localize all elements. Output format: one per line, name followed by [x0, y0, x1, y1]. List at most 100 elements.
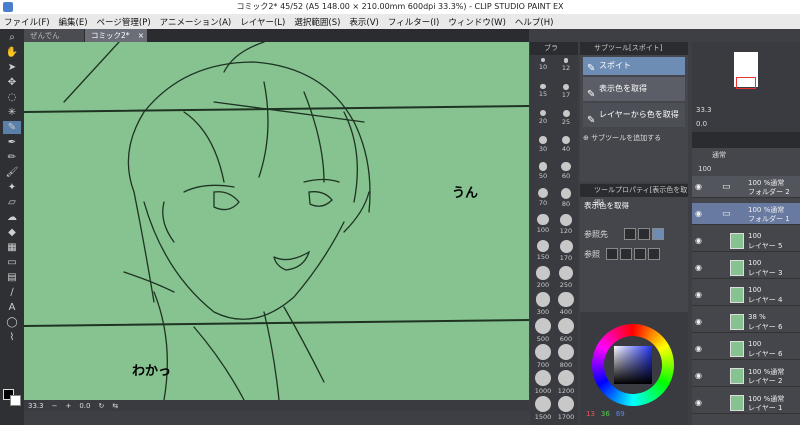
subtool-item-display-color[interactable]: ✎ 表示色を取得 — [583, 77, 685, 101]
layer-row[interactable]: ◉ ▭ 100 %通常 フォルダー 1 — [692, 203, 800, 225]
brush-size-100[interactable]: 100 — [533, 214, 553, 234]
rotate-icon[interactable]: ↻ — [98, 402, 104, 410]
layer-row[interactable]: ◉ 100 %通常 レイヤー 2 — [692, 365, 800, 387]
layer-row[interactable]: ◉ 100 %通常 レイヤー 1 — [692, 392, 800, 414]
menu-edit[interactable]: 編集(E) — [59, 16, 88, 28]
reference-selected-icon[interactable] — [652, 228, 664, 240]
eye-icon[interactable]: ◉ — [695, 182, 702, 191]
menu-selection[interactable]: 選択範囲(S) — [294, 16, 340, 28]
tab-comic2[interactable]: コミック2* 45/52× — [85, 29, 147, 53]
zoom-icon[interactable]: ⌕ — [3, 31, 21, 44]
brush-size-200[interactable]: 200 — [533, 266, 553, 289]
brush-size-170[interactable]: 170 — [556, 240, 576, 262]
tab-zenden[interactable]: ぜんでん — [24, 29, 84, 42]
brush-size-25[interactable]: 25 — [556, 110, 576, 126]
draft-icon[interactable] — [634, 248, 646, 260]
brush-size-80[interactable]: 80 — [556, 188, 576, 208]
brush-size-700[interactable]: 700 — [533, 344, 553, 369]
eraser-icon[interactable]: ▱ — [3, 196, 21, 209]
flip-icon[interactable]: ⇆ — [112, 402, 118, 410]
menu-view[interactable]: 表示(V) — [349, 16, 378, 28]
brush-size-1000[interactable]: 1000 — [533, 370, 553, 395]
text-layer-icon[interactable] — [648, 248, 660, 260]
eye-icon[interactable]: ◉ — [695, 290, 702, 299]
brush-size-800[interactable]: 800 — [556, 344, 576, 369]
brush-size-30[interactable]: 30 — [533, 136, 553, 153]
pencil-icon[interactable]: ✏ — [3, 151, 21, 164]
brush-size-250[interactable]: 250 — [556, 266, 576, 289]
paper-icon[interactable] — [620, 248, 632, 260]
layer-row[interactable]: ◉ 100 レイヤー 5 — [692, 230, 800, 252]
menu-layer[interactable]: レイヤー(L) — [240, 16, 285, 28]
menu-help[interactable]: ヘルプ(H) — [515, 16, 554, 28]
drawing-canvas[interactable]: うん わかっ — [24, 42, 529, 400]
blend-mode-select[interactable]: 通常 — [692, 148, 800, 162]
navigator-zoom[interactable]: 33.3 — [696, 106, 712, 114]
menu-window[interactable]: ウィンドウ(W) — [448, 16, 506, 28]
operation-icon[interactable]: ➤ — [3, 61, 21, 74]
pen-icon[interactable]: ✒ — [3, 136, 21, 149]
eyedropper-icon[interactable]: ✎ — [3, 121, 21, 134]
shape-icon[interactable]: ▭ — [3, 256, 21, 269]
ruler-icon[interactable]: ∕ — [3, 286, 21, 299]
eye-icon[interactable]: ◉ — [695, 371, 702, 380]
brush-size-500[interactable]: 500 — [533, 318, 553, 343]
eye-icon[interactable]: ◉ — [695, 209, 702, 218]
eye-icon[interactable]: ◉ — [695, 398, 702, 407]
close-icon[interactable]: × — [138, 29, 144, 42]
layer-row[interactable]: ◉ 100 レイヤー 4 — [692, 284, 800, 306]
hand-icon[interactable]: ✋ — [3, 46, 21, 59]
eye-icon[interactable]: ◉ — [695, 344, 702, 353]
brush-size-300[interactable]: 300 — [533, 292, 553, 316]
airbrush-icon[interactable]: ✦ — [3, 181, 21, 194]
lasso-icon[interactable]: ◌ — [3, 91, 21, 104]
zoom-value[interactable]: 33.3 — [28, 402, 44, 410]
brush-size-150[interactable]: 150 — [533, 240, 553, 261]
brush-size-120[interactable]: 120 — [556, 214, 576, 235]
subtool-group-eyedropper[interactable]: ✎ スポイト — [583, 57, 685, 75]
menu-animation[interactable]: アニメーション(A) — [160, 16, 232, 28]
brush-size-1200[interactable]: 1200 — [556, 370, 576, 395]
blend-icon[interactable]: ☁ — [3, 211, 21, 224]
add-subtool-button[interactable]: ⊕ サブツールを追加する — [583, 133, 685, 143]
gradient-icon[interactable]: ▦ — [3, 241, 21, 254]
brush-size-40[interactable]: 40 — [556, 136, 576, 153]
eye-icon[interactable]: ◉ — [695, 236, 702, 245]
move-icon[interactable]: ✥ — [3, 76, 21, 89]
menu-file[interactable]: ファイル(F) — [4, 16, 50, 28]
brush-size-1500[interactable]: 1500 — [533, 396, 553, 421]
reference-layer-icon[interactable] — [638, 228, 650, 240]
layer-row[interactable]: ◉ 100 レイヤー 6 — [692, 338, 800, 360]
fill-icon[interactable]: ◆ — [3, 226, 21, 239]
brush-size-400[interactable]: 400 — [556, 292, 576, 316]
layer-row[interactable]: ◉ 38 % レイヤー 6 — [692, 311, 800, 333]
zoom-out-icon[interactable]: − — [52, 402, 58, 410]
eye-icon[interactable]: ◉ — [695, 317, 702, 326]
navigator-view-frame[interactable] — [736, 77, 756, 89]
layer-opacity[interactable]: 100 — [692, 162, 800, 176]
brush-size-12[interactable]: 12 — [556, 58, 576, 72]
brush-size-70[interactable]: 70 — [533, 188, 553, 207]
brush-icon[interactable]: 🖌 — [3, 166, 21, 179]
brush-size-20[interactable]: 20 — [533, 110, 553, 125]
exclude-icon[interactable] — [606, 248, 618, 260]
layer-row[interactable]: ◉ 100 レイヤー 3 — [692, 257, 800, 279]
subtool-item-layer-color[interactable]: ✎ レイヤーから色を取得 — [583, 103, 685, 127]
menu-filter[interactable]: フィルター(I) — [388, 16, 439, 28]
magic-wand-icon[interactable]: ✳ — [3, 106, 21, 119]
balloon-icon[interactable]: ◯ — [3, 316, 21, 329]
zoom-in-icon[interactable]: + — [65, 402, 71, 410]
color-square[interactable] — [614, 346, 652, 384]
layer-row[interactable]: ◉ ▭ 100 %通常 フォルダー 2 — [692, 176, 800, 198]
brush-size-17[interactable]: 17 — [556, 84, 576, 99]
text-icon[interactable]: A — [3, 301, 21, 314]
angle-value[interactable]: 0.0 — [79, 402, 90, 410]
brush-size-15[interactable]: 15 — [533, 84, 553, 98]
brush-size-60[interactable]: 60 — [556, 162, 576, 180]
frame-icon[interactable]: ▤ — [3, 271, 21, 284]
correct-line-icon[interactable]: ⌇ — [3, 331, 21, 344]
brush-size-50[interactable]: 50 — [533, 162, 553, 180]
brush-size-10[interactable]: 10 — [533, 58, 553, 71]
reference-canvas-icon[interactable] — [624, 228, 636, 240]
sub-color-swatch[interactable] — [10, 395, 21, 406]
